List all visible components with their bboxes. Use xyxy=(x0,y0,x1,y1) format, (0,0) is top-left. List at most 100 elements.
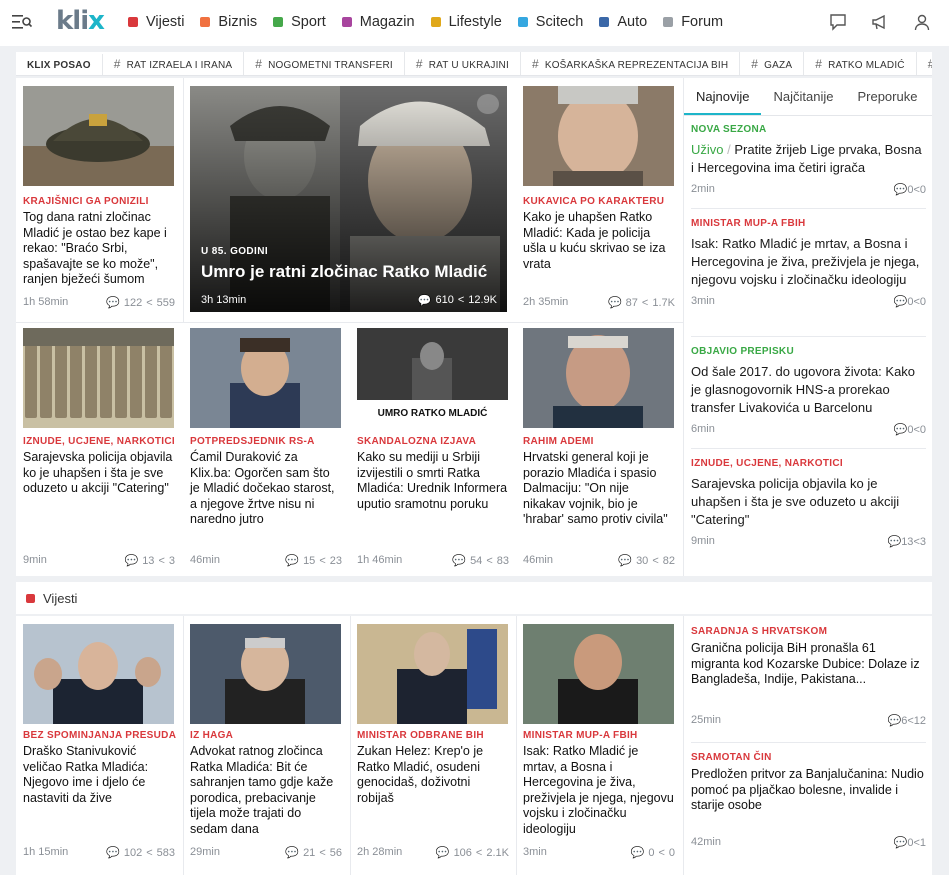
article-image[interactable]: UMRO RATKO MLADIĆ xyxy=(357,328,508,428)
article-image[interactable] xyxy=(190,624,341,724)
nav-color-marker xyxy=(341,17,352,27)
article-image[interactable] xyxy=(23,624,174,724)
vijesti-sidebar: SARADNJA S HRVATSKOM Granična policija Bi… xyxy=(683,616,932,875)
article-title[interactable]: Tog dana ratni zločinac Mladić je ostao … xyxy=(23,210,174,288)
tag-link[interactable]: #WWI xyxy=(917,52,932,75)
article-title[interactable]: Zukan Helez: Krep'o je Ratko Mladić, osu… xyxy=(357,744,508,806)
site-logo[interactable]: klix xyxy=(56,6,105,36)
sidebar-title[interactable]: Predložen pritvor za Banjalučanina: Nudi… xyxy=(691,767,926,814)
article-card[interactable]: MINISTAR ODBRANE BIH Zukan Helez: Krep'o … xyxy=(350,616,517,875)
article-meta: 1h 15min 💬 102 <583 xyxy=(23,846,175,859)
sidebar-news-item[interactable]: IZNUDE, UCJENE, NARKOTICI Sarajevska poli… xyxy=(691,458,926,548)
tab-preporuke[interactable]: Preporuke xyxy=(845,78,929,115)
nav-item-magazin[interactable]: Magazin xyxy=(341,14,415,30)
article-title[interactable]: Draško Stanivuković veličao Ratka Mladić… xyxy=(23,744,174,806)
article-title[interactable]: Advokat ratnog zločinca Ratka Mladića: B… xyxy=(190,744,341,837)
article-image[interactable] xyxy=(523,86,674,186)
hash-icon: # xyxy=(113,57,121,71)
article-title[interactable]: Kako je uhapšen Ratko Mladić: Kada je po… xyxy=(523,210,674,272)
tag-link[interactable]: # RAT U UKRAJINI xyxy=(405,52,521,75)
article-image[interactable] xyxy=(190,328,341,428)
article-image[interactable] xyxy=(523,624,674,724)
article-card[interactable]: KRAJIŠNICI GA PONIZILI Tog dana ratni zl… xyxy=(16,78,183,322)
article-image[interactable] xyxy=(357,624,508,724)
nav-item-lifestyle[interactable]: Lifestyle xyxy=(430,14,502,30)
article-time: 1h 46min xyxy=(357,554,403,566)
sidebar-title[interactable]: Isak: Ratko Mladić je mrtav, a Bosna i H… xyxy=(691,235,926,289)
sidebar-title[interactable]: Sarajevska policija objavila ko je uhapš… xyxy=(691,475,926,529)
sidebar-news-item[interactable]: MINISTAR MUP-A FBIH Isak: Ratko Mladić je… xyxy=(691,218,926,308)
tag-link[interactable]: # RAT IZRAELA I IRANA xyxy=(103,52,245,75)
sidebar-tabs: Najnovije Najčitanije Preporuke xyxy=(684,78,932,116)
article-card[interactable]: BEZ SPOMINJANJA PRESUDA Draško Stanivukov… xyxy=(16,616,183,875)
nav-color-marker xyxy=(517,17,528,27)
tag-link[interactable]: # NOGOMETNI TRANSFERI xyxy=(244,52,405,75)
sidebar-title[interactable]: Granična policija BiH pronašla 61 migran… xyxy=(691,641,926,688)
article-time: 1h 15min xyxy=(23,846,69,858)
hash-icon: # xyxy=(928,57,932,71)
megaphone-icon[interactable] xyxy=(871,13,889,31)
trending-tags-bar: KLIX POSAO # RAT IZRAELA I IRANA # NOGOMETNI… xyxy=(16,52,932,76)
sidebar-title[interactable]: Uživo / Pratite žrijeb Lige prvaka, Bosn… xyxy=(691,141,926,177)
comment-icon: 💬 xyxy=(887,714,902,727)
tab-najčitanije[interactable]: Najčitanije xyxy=(761,78,845,115)
tab-najnovije[interactable]: Najnovije xyxy=(684,78,762,115)
tag-link[interactable]: # GAZA xyxy=(740,52,805,75)
sidebar-meta: 9min 💬13<3 xyxy=(691,535,926,548)
menu-search-icon[interactable] xyxy=(12,14,32,30)
share-icon: < xyxy=(475,846,483,859)
image-caption: UMRO RATKO MLADIĆ xyxy=(377,408,488,419)
article-image[interactable] xyxy=(23,86,174,186)
sidebar-meta: 25min 💬6<12 xyxy=(691,713,926,727)
article-card[interactable]: KUKAVICA PO KARAKTERU Kako je uhapšen Ra… xyxy=(516,78,683,322)
tag-link[interactable]: # KOŠARKAŠKA REPREZENTACIJA BIH xyxy=(521,52,741,75)
article-image[interactable] xyxy=(23,328,174,428)
article-card[interactable]: RAHIM ADEMI Hrvatski general koji je pora… xyxy=(516,322,683,576)
tag-link[interactable]: # RATKO MLADIĆ xyxy=(804,52,917,75)
article-title[interactable]: Sarajevska policija objavila ko je uhapš… xyxy=(23,450,174,497)
article-title[interactable]: Kako su mediji u Srbiji izvijestili o sm… xyxy=(357,450,508,512)
comment-icon: 💬 xyxy=(435,847,450,859)
sidebar-title[interactable]: Od šale 2017. do ugovora života: Kako je… xyxy=(691,363,926,417)
share-icon: < xyxy=(457,294,465,306)
article-card[interactable]: UMRO RATKO MLADIĆ SKANDALOZNA IZJAVA Kako … xyxy=(350,322,517,576)
sidebar-news-item[interactable]: OBJAVIO PREPISKU Od šale 2017. do ugovora… xyxy=(691,346,926,436)
sidebar-meta: 3min 💬0<0 xyxy=(691,295,926,308)
article-card[interactable]: IZNUDE, UCJENE, NARKOTICI Sarajevska poli… xyxy=(16,322,183,576)
hero-title[interactable]: Umro je ratni zločinac Ratko Mladić xyxy=(201,262,487,282)
nav-item-auto[interactable]: Auto xyxy=(599,14,647,30)
sidebar-news-item[interactable]: NOVA SEZONA Uživo / Pratite žrijeb Lige p… xyxy=(691,124,926,196)
user-icon[interactable] xyxy=(913,13,931,31)
article-title[interactable]: Isak: Ratko Mladić je mrtav, a Bosna i H… xyxy=(523,744,674,837)
sidebar-news-item[interactable]: SRAMOTAN ČIN Predložen pritvor za Banjalu… xyxy=(691,752,926,849)
article-meta: 2h 28min 💬 106 <2.1K xyxy=(357,846,509,859)
article-card[interactable]: IZ HAGA Advokat ratnog zločinca Ratka Mla… xyxy=(183,616,350,875)
article-card[interactable]: POTPREDSJEDNIK RS-A Ćamil Duraković za Kl… xyxy=(183,322,350,576)
nav-item-biznis[interactable]: Biznis xyxy=(200,14,257,30)
sidebar-news-item[interactable]: SARADNJA S HRVATSKOM Granična policija Bi… xyxy=(691,626,926,727)
article-title[interactable]: Ćamil Duraković za Klix.ba: Ogorčen sam … xyxy=(190,450,341,528)
nav-item-scitech[interactable]: Scitech xyxy=(517,14,583,30)
comment-icon: 💬 xyxy=(630,847,645,859)
article-meta: 46min 💬 15 <23 xyxy=(190,554,342,567)
comment-icon: 💬 xyxy=(124,555,139,567)
nav-item-forum[interactable]: Forum xyxy=(663,14,723,30)
nav-item-sport[interactable]: Sport xyxy=(273,14,326,30)
comments-icon[interactable] xyxy=(829,13,847,31)
article-meta: 9min 💬 13 <3 xyxy=(23,554,175,567)
hero-article[interactable]: U 85. GODINI Umro je ratni zločinac Ratk… xyxy=(190,86,507,312)
article-time: 6min xyxy=(691,423,715,435)
sidebar-meta: 2min 💬0<0 xyxy=(691,183,926,196)
comment-icon: 💬 xyxy=(893,836,908,849)
section-header-vijesti[interactable]: Vijesti xyxy=(16,582,932,614)
article-kicker: MINISTAR ODBRANE BIH xyxy=(357,730,484,741)
klix-posao-link[interactable]: KLIX POSAO xyxy=(16,54,103,75)
article-image[interactable] xyxy=(523,328,674,428)
article-card[interactable]: MINISTAR MUP-A FBIH Isak: Ratko Mladić je… xyxy=(516,616,683,875)
share-icon: < xyxy=(319,554,326,567)
article-title[interactable]: Hrvatski general koji je porazio Mladića… xyxy=(523,450,674,528)
nav-item-vijesti[interactable]: Vijesti xyxy=(128,14,184,30)
article-time: 42min xyxy=(691,835,721,848)
section-color-marker xyxy=(26,593,35,603)
sidebar-kicker: IZNUDE, UCJENE, NARKOTICI xyxy=(691,458,843,469)
